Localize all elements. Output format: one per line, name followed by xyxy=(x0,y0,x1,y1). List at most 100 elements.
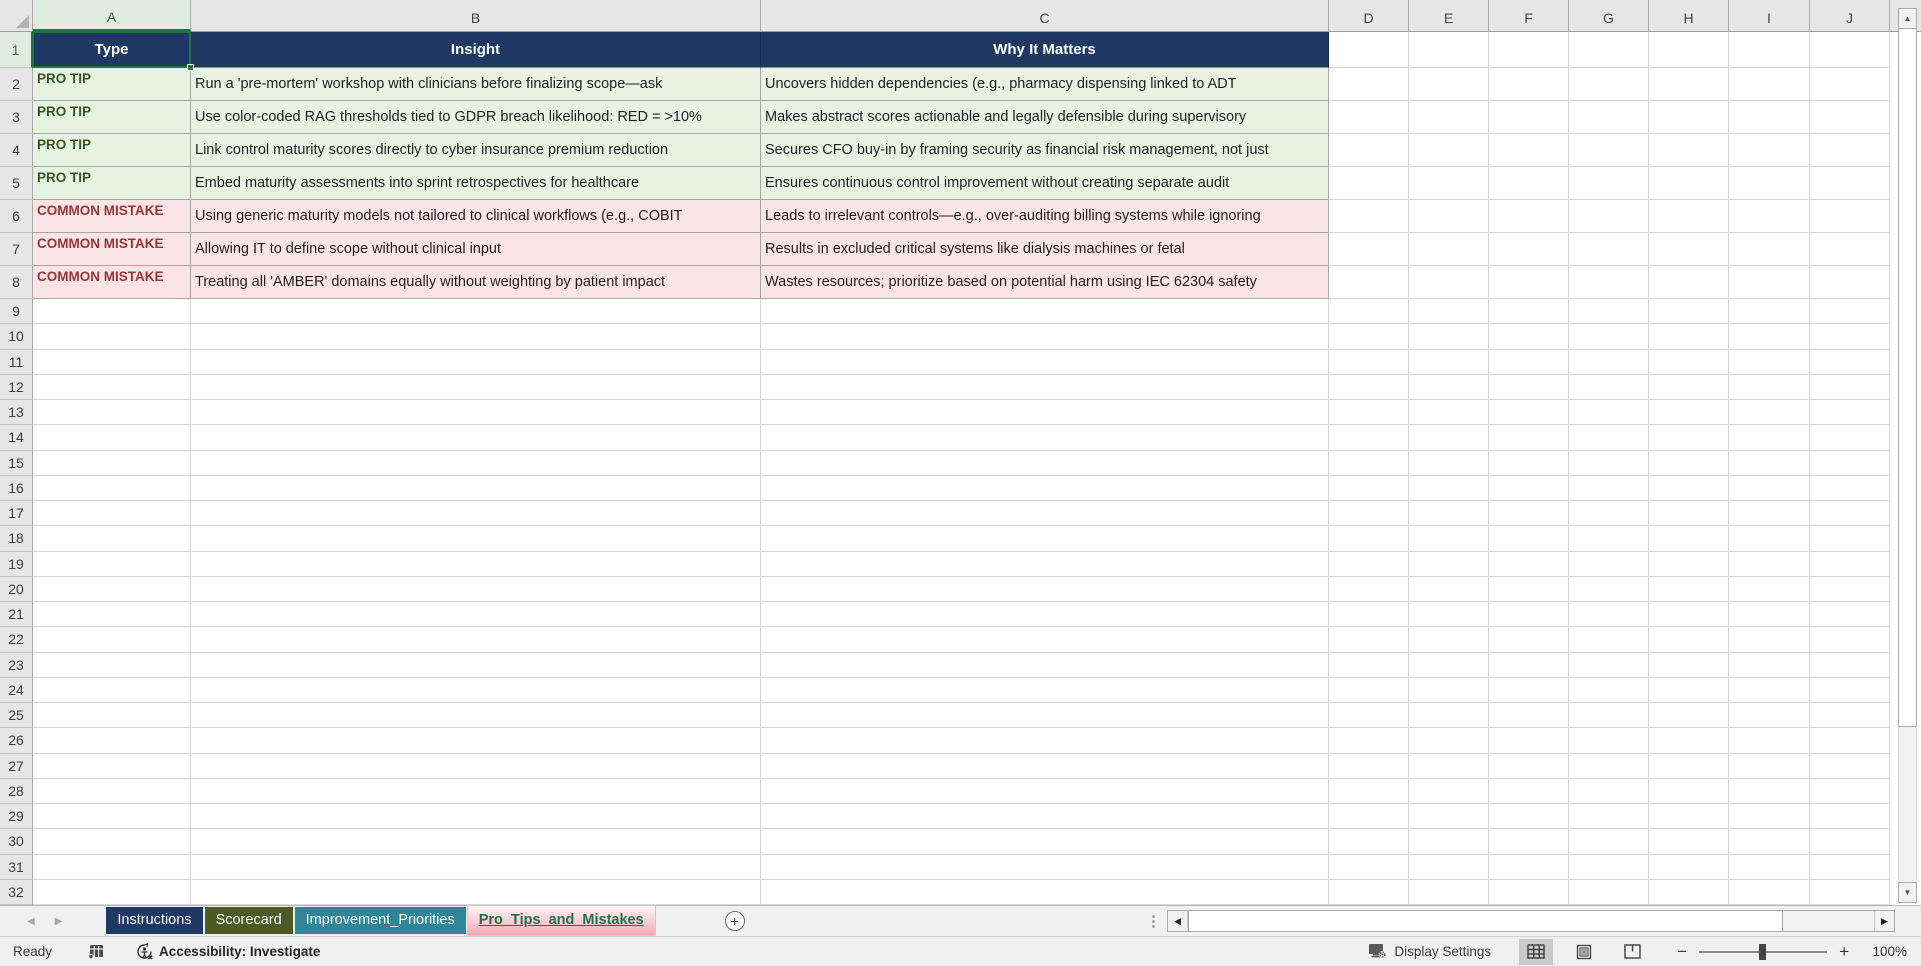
cell-J28[interactable] xyxy=(1810,779,1890,804)
cell-G21[interactable] xyxy=(1569,602,1649,627)
cell-I21[interactable] xyxy=(1729,602,1810,627)
cell-J1[interactable] xyxy=(1810,32,1890,68)
cell-B22[interactable] xyxy=(191,627,761,652)
cell-A19[interactable] xyxy=(33,552,191,577)
cell-J27[interactable] xyxy=(1810,754,1890,779)
cell-F12[interactable] xyxy=(1489,375,1569,400)
cell-B25[interactable] xyxy=(191,703,761,728)
cell-G19[interactable] xyxy=(1569,552,1649,577)
cell-D7[interactable] xyxy=(1329,233,1409,266)
cell-E22[interactable] xyxy=(1409,627,1489,652)
cell-A26[interactable] xyxy=(33,728,191,753)
cell-I25[interactable] xyxy=(1729,703,1810,728)
cell-A6[interactable]: COMMON MISTAKE xyxy=(33,200,191,233)
cell-G11[interactable] xyxy=(1569,350,1649,375)
cell-C19[interactable] xyxy=(761,552,1329,577)
cell-G24[interactable] xyxy=(1569,678,1649,703)
cell-B19[interactable] xyxy=(191,552,761,577)
cell-C22[interactable] xyxy=(761,627,1329,652)
cell-C15[interactable] xyxy=(761,451,1329,476)
cell-C2[interactable]: Uncovers hidden dependencies (e.g., phar… xyxy=(761,68,1329,101)
column-header-C[interactable]: C xyxy=(761,0,1329,31)
cell-G25[interactable] xyxy=(1569,703,1649,728)
cell-C20[interactable] xyxy=(761,577,1329,602)
cell-H16[interactable] xyxy=(1649,476,1729,501)
column-header-J[interactable]: J xyxy=(1810,0,1890,31)
cell-J2[interactable] xyxy=(1810,68,1890,101)
cell-H32[interactable] xyxy=(1649,880,1729,905)
cell-J10[interactable] xyxy=(1810,324,1890,349)
cell-J29[interactable] xyxy=(1810,804,1890,829)
cell-F11[interactable] xyxy=(1489,350,1569,375)
cell-G5[interactable] xyxy=(1569,167,1649,200)
cell-J26[interactable] xyxy=(1810,728,1890,753)
scroll-left-icon[interactable]: ◀ xyxy=(1168,911,1188,931)
cell-F5[interactable] xyxy=(1489,167,1569,200)
scroll-down-icon[interactable]: ▼ xyxy=(1898,882,1917,903)
cell-I4[interactable] xyxy=(1729,134,1810,167)
cell-H1[interactable] xyxy=(1649,32,1729,68)
row-header-16[interactable]: 16 xyxy=(0,476,33,501)
cell-B6[interactable]: Using generic maturity models not tailor… xyxy=(191,200,761,233)
cell-B9[interactable] xyxy=(191,299,761,324)
cell-D21[interactable] xyxy=(1329,602,1409,627)
cell-F18[interactable] xyxy=(1489,526,1569,551)
zoom-out-icon[interactable]: − xyxy=(1671,942,1693,962)
cell-J14[interactable] xyxy=(1810,425,1890,450)
cell-A9[interactable] xyxy=(33,299,191,324)
cell-C1[interactable]: Why It Matters xyxy=(761,32,1329,68)
page-break-preview-button[interactable] xyxy=(1615,939,1649,965)
cell-G12[interactable] xyxy=(1569,375,1649,400)
cell-F19[interactable] xyxy=(1489,552,1569,577)
column-header-H[interactable]: H xyxy=(1649,0,1729,31)
cell-J3[interactable] xyxy=(1810,101,1890,134)
cell-A17[interactable] xyxy=(33,501,191,526)
cell-B3[interactable]: Use color-coded RAG thresholds tied to G… xyxy=(191,101,761,134)
cell-C24[interactable] xyxy=(761,678,1329,703)
cell-E4[interactable] xyxy=(1409,134,1489,167)
column-header-I[interactable]: I xyxy=(1729,0,1810,31)
new-sheet-button[interactable]: + xyxy=(725,911,745,931)
cell-H2[interactable] xyxy=(1649,68,1729,101)
cell-H19[interactable] xyxy=(1649,552,1729,577)
cell-E26[interactable] xyxy=(1409,728,1489,753)
cell-G6[interactable] xyxy=(1569,200,1649,233)
row-header-10[interactable]: 10 xyxy=(0,324,33,349)
tab-splitter-grip-icon[interactable]: ⋮ xyxy=(1146,912,1159,930)
cell-F32[interactable] xyxy=(1489,880,1569,905)
cell-D10[interactable] xyxy=(1329,324,1409,349)
row-header-22[interactable]: 22 xyxy=(0,627,33,652)
row-header-28[interactable]: 28 xyxy=(0,779,33,804)
cell-H27[interactable] xyxy=(1649,754,1729,779)
cell-I29[interactable] xyxy=(1729,804,1810,829)
cell-G1[interactable] xyxy=(1569,32,1649,68)
cell-D16[interactable] xyxy=(1329,476,1409,501)
cell-C12[interactable] xyxy=(761,375,1329,400)
cell-I3[interactable] xyxy=(1729,101,1810,134)
cell-G30[interactable] xyxy=(1569,829,1649,854)
cell-I28[interactable] xyxy=(1729,779,1810,804)
cell-A28[interactable] xyxy=(33,779,191,804)
cell-H26[interactable] xyxy=(1649,728,1729,753)
cell-F4[interactable] xyxy=(1489,134,1569,167)
cell-B1[interactable]: Insight xyxy=(191,32,761,68)
cell-C31[interactable] xyxy=(761,855,1329,880)
cell-B11[interactable] xyxy=(191,350,761,375)
cell-D31[interactable] xyxy=(1329,855,1409,880)
cell-E12[interactable] xyxy=(1409,375,1489,400)
cell-C3[interactable]: Makes abstract scores actionable and leg… xyxy=(761,101,1329,134)
cell-A14[interactable] xyxy=(33,425,191,450)
cell-F30[interactable] xyxy=(1489,829,1569,854)
cell-E17[interactable] xyxy=(1409,501,1489,526)
cell-D20[interactable] xyxy=(1329,577,1409,602)
column-header-B[interactable]: B xyxy=(191,0,761,31)
cell-G27[interactable] xyxy=(1569,754,1649,779)
column-header-A[interactable]: A xyxy=(33,0,191,31)
cell-C8[interactable]: Wastes resources; prioritize based on po… xyxy=(761,266,1329,299)
cell-G16[interactable] xyxy=(1569,476,1649,501)
cell-E31[interactable] xyxy=(1409,855,1489,880)
zoom-in-icon[interactable]: + xyxy=(1833,942,1855,962)
cell-H6[interactable] xyxy=(1649,200,1729,233)
cell-E1[interactable] xyxy=(1409,32,1489,68)
cell-F21[interactable] xyxy=(1489,602,1569,627)
